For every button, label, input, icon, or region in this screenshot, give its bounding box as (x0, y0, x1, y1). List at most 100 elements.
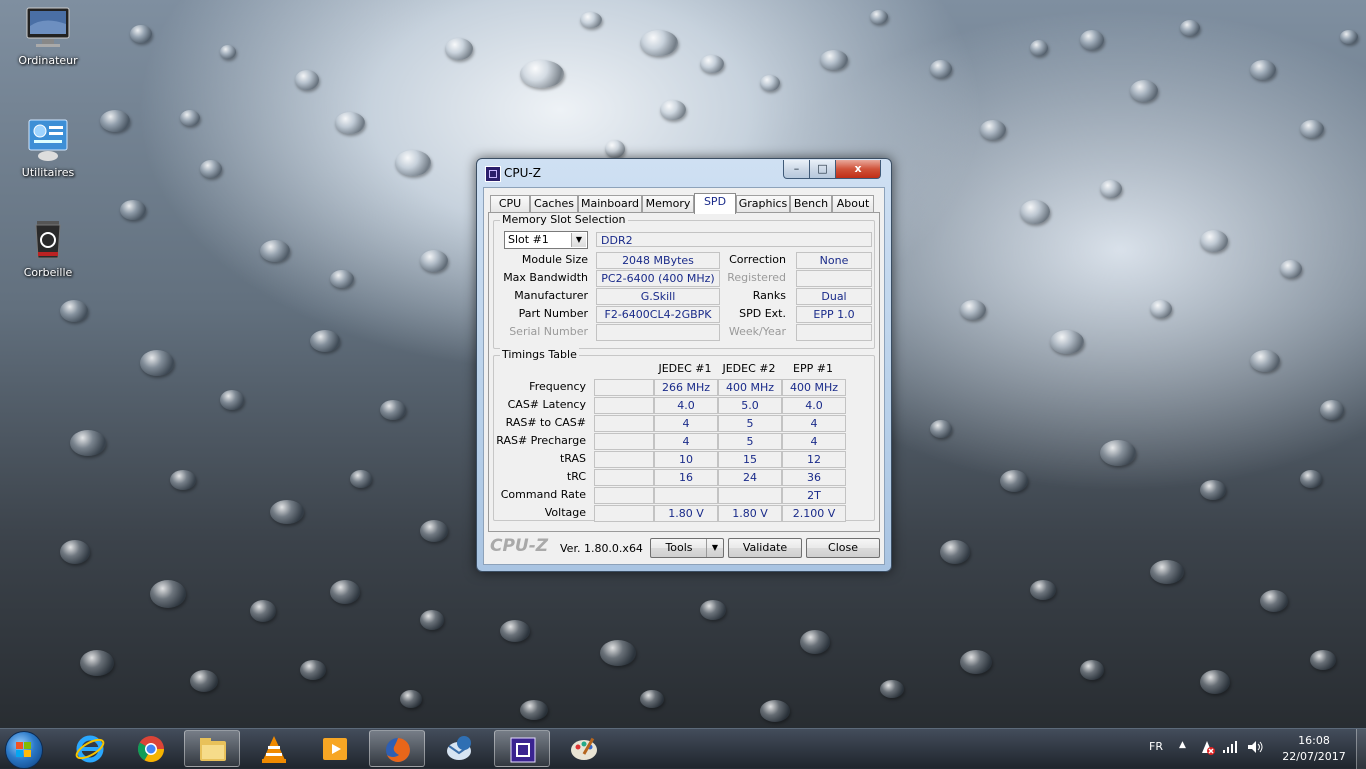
timing-cell-empty (594, 397, 654, 414)
taskbar-paint[interactable] (556, 730, 612, 767)
slot-select[interactable]: Slot #1 ▼ (504, 231, 588, 249)
timing-column-header: JEDEC #2 (722, 362, 776, 375)
taskbar-file-explorer[interactable] (184, 730, 240, 767)
desktop-icon-label: Corbeille (23, 266, 73, 279)
rain-drop (870, 10, 888, 24)
rain-drop (1340, 30, 1358, 44)
tools-button[interactable]: Tools ▼ (650, 538, 724, 558)
rain-drop (140, 350, 174, 376)
show-hidden-icons-icon[interactable]: ▲ (1179, 740, 1186, 750)
rain-drop (1200, 480, 1226, 500)
desktop-icon-utilities[interactable]: Utilitaires (12, 118, 84, 179)
taskbar-media-player[interactable] (307, 730, 363, 767)
network-icon[interactable] (1222, 739, 1238, 758)
registered-value (796, 270, 872, 287)
minimize-button[interactable]: – (783, 160, 810, 179)
rain-drop (700, 600, 726, 620)
correction-label: Correction (729, 253, 786, 266)
tab-mainboard[interactable]: Mainboard (578, 195, 642, 213)
rain-drop (350, 470, 372, 488)
desktop-icon-label: Utilitaires (21, 166, 75, 179)
timing-cell: 36 (782, 469, 846, 486)
part-number-label: Part Number (518, 307, 588, 320)
close-window-button[interactable]: x (835, 160, 881, 179)
tab-spd[interactable]: SPD (694, 193, 736, 214)
manufacturer-label: Manufacturer (514, 289, 588, 302)
timing-row-label: Command Rate (500, 488, 586, 501)
tab-cpu[interactable]: CPU (490, 195, 530, 213)
timing-row-label: tRAS (559, 452, 586, 465)
rain-drop (980, 120, 1006, 140)
timing-cell: 24 (718, 469, 782, 486)
rain-drop (180, 110, 200, 126)
control-panel-icon (24, 118, 72, 162)
taskbar-vlc[interactable] (246, 730, 302, 767)
chevron-down-icon[interactable]: ▼ (706, 539, 723, 557)
rain-drop (520, 60, 564, 88)
timing-cell-empty (594, 505, 654, 522)
window-title: CPU-Z (504, 166, 541, 180)
timing-cell-empty (594, 433, 654, 450)
taskbar-firefox[interactable] (369, 730, 425, 767)
max-bandwidth-label: Max Bandwidth (503, 271, 588, 284)
rain-drop (330, 270, 354, 288)
rain-drop (660, 100, 686, 120)
group-title: Timings Table (500, 348, 579, 361)
tab-graphics[interactable]: Graphics (736, 195, 790, 213)
rain-drop (295, 70, 319, 90)
tab-bench[interactable]: Bench (790, 195, 832, 213)
rain-drop (605, 140, 625, 158)
folder-icon (200, 738, 226, 761)
cpuz-window: CPU-Z – □ x CPU Caches Mainboard Memory … (476, 158, 892, 572)
taskbar-chrome[interactable] (123, 730, 179, 767)
validate-button[interactable]: Validate (728, 538, 802, 558)
window-client-area: CPU Caches Mainboard Memory SPD Graphics… (483, 187, 885, 565)
rain-drop (960, 650, 992, 674)
rain-drop (270, 500, 304, 524)
rain-drop (400, 690, 422, 708)
language-indicator[interactable]: FR (1149, 740, 1163, 753)
timing-cell: 12 (782, 451, 846, 468)
tab-memory[interactable]: Memory (642, 195, 694, 213)
clock-time[interactable]: 16:08 (1286, 734, 1342, 747)
ranks-label: Ranks (752, 289, 786, 302)
timing-cell-empty (594, 379, 654, 396)
timing-cell: 4 (654, 433, 718, 450)
spd-ext-label: SPD Ext. (739, 307, 786, 320)
tab-about[interactable]: About (832, 195, 874, 213)
volume-icon[interactable] (1246, 739, 1264, 758)
start-button[interactable] (5, 731, 43, 769)
rain-drop (380, 400, 406, 420)
ranks-value: Dual (796, 288, 872, 305)
tab-caches[interactable]: Caches (530, 195, 578, 213)
rain-drop (1320, 400, 1344, 420)
show-desktop-button[interactable] (1356, 729, 1366, 769)
rain-drop (1250, 350, 1280, 372)
recycle-bin-icon (24, 218, 72, 262)
taskbar-internet-explorer[interactable] (62, 730, 118, 767)
taskbar-cpuz[interactable] (494, 730, 550, 767)
title-bar[interactable]: CPU-Z – □ x (477, 159, 891, 187)
chevron-down-icon[interactable]: ▼ (571, 233, 586, 247)
desktop-icon-recycle-bin[interactable]: Corbeille (12, 218, 84, 279)
rain-drop (190, 670, 218, 692)
rain-drop (420, 520, 448, 542)
action-center-icon[interactable] (1199, 739, 1215, 758)
timing-cell: 2T (782, 487, 846, 504)
close-button[interactable]: Close (806, 538, 880, 558)
clock-date[interactable]: 22/07/2017 (1282, 750, 1346, 763)
timing-column-header: JEDEC #1 (658, 362, 712, 375)
memory-type-field: DDR2 (596, 232, 872, 247)
maximize-button[interactable]: □ (809, 160, 836, 179)
rain-drop (335, 112, 365, 134)
module-size-value: 2048 MBytes (596, 252, 720, 269)
taskbar-thunderbird[interactable] (431, 730, 487, 767)
serial-number-label: Serial Number (509, 325, 588, 338)
rain-drop (300, 660, 326, 680)
rain-drop (60, 300, 88, 322)
rain-drop (1130, 80, 1158, 102)
rain-drop (420, 250, 448, 272)
desktop-icon-computer[interactable]: Ordinateur (12, 6, 84, 67)
timing-cell-empty (594, 487, 654, 504)
timing-cell-empty (594, 469, 654, 486)
